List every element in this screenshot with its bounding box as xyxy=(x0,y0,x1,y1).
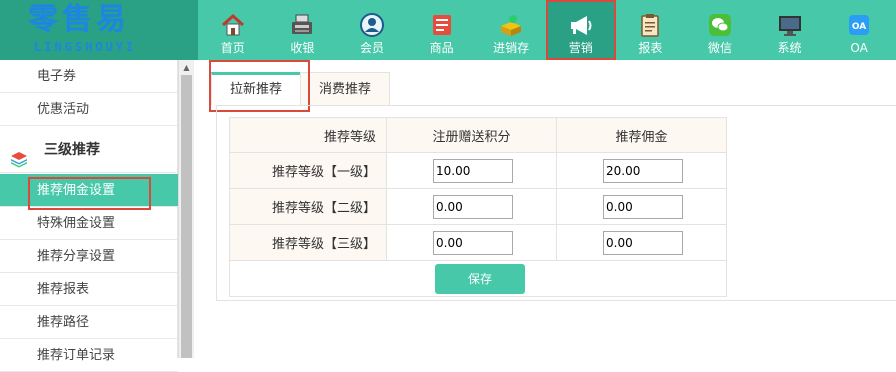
nav-system[interactable]: 系统 xyxy=(755,0,825,60)
table-row: 推荐等级【二级】 xyxy=(229,188,727,225)
commission-table: 推荐等级 注册赠送积分 推荐佣金 推荐等级【一级】 推荐等级【二级】 推荐等级【… xyxy=(229,117,727,297)
nav-label: 收银 xyxy=(290,41,315,55)
nav-label: OA xyxy=(850,41,868,55)
nav-wechat[interactable]: 微信 xyxy=(685,0,755,60)
nav-member[interactable]: 会员 xyxy=(337,0,407,60)
commission-input-level-3[interactable] xyxy=(603,230,683,255)
table-row: 推荐等级【三级】 xyxy=(229,224,727,261)
report-icon xyxy=(637,12,663,38)
member-icon xyxy=(359,12,385,38)
top-bar: 零售易 LINGSHOUYI 首页 收银 会员 商品 进销存 营销 报表 微信 … xyxy=(0,0,896,60)
goods-icon xyxy=(429,12,455,38)
sidebar-item-special-commission[interactable]: 特殊佣金设置 xyxy=(0,207,178,240)
sidebar: 电子券 优惠活动 三级推荐 推荐佣金设置 特殊佣金设置 推荐分享设置 推荐报表 … xyxy=(0,60,178,372)
nav-cashier[interactable]: 收银 xyxy=(268,0,338,60)
nav-label: 进销存 xyxy=(493,41,530,55)
nav-label: 系统 xyxy=(777,41,802,55)
table-footer-row: 保存 xyxy=(229,260,727,297)
logo-subtitle: LINGSHOUYI xyxy=(34,40,137,54)
level-label: 推荐等级【三级】 xyxy=(229,224,387,261)
column-header-commission: 推荐佣金 xyxy=(556,117,727,153)
inventory-icon xyxy=(498,12,524,38)
logo[interactable]: 零售易 LINGSHOUYI xyxy=(0,0,198,60)
main-nav: 首页 收银 会员 商品 进销存 营销 报表 微信 系统 OA OA xyxy=(198,0,894,60)
nav-goods[interactable]: 商品 xyxy=(407,0,477,60)
scrollbar-thumb[interactable] xyxy=(181,75,192,358)
nav-home[interactable]: 首页 xyxy=(198,0,268,60)
save-button[interactable]: 保存 xyxy=(435,263,525,294)
home-icon xyxy=(220,12,246,38)
table-row: 推荐等级【一级】 xyxy=(229,152,727,189)
column-header-level: 推荐等级 xyxy=(229,117,387,153)
nav-report[interactable]: 报表 xyxy=(616,0,686,60)
nav-label: 营销 xyxy=(568,41,593,55)
sidebar-scrollbar[interactable]: ▲ xyxy=(178,60,194,358)
table-header-row: 推荐等级 注册赠送积分 推荐佣金 xyxy=(229,117,727,153)
main-content: 拉新推荐 消费推荐 推荐等级 注册赠送积分 推荐佣金 推荐等级【一级】 推荐等级… xyxy=(195,60,896,358)
layers-icon xyxy=(10,141,28,168)
nav-label: 微信 xyxy=(707,41,732,55)
commission-input-level-1[interactable] xyxy=(603,158,683,183)
nav-label: 首页 xyxy=(220,41,245,55)
scroll-up-arrow-icon[interactable]: ▲ xyxy=(179,60,194,74)
sidebar-item-commission-settings[interactable]: 推荐佣金设置 xyxy=(0,174,178,207)
monitor-icon xyxy=(777,12,803,38)
sidebar-item-share-settings[interactable]: 推荐分享设置 xyxy=(0,240,178,273)
level-label: 推荐等级【二级】 xyxy=(229,188,387,225)
commission-panel: 推荐等级 注册赠送积分 推荐佣金 推荐等级【一级】 推荐等级【二级】 推荐等级【… xyxy=(216,105,896,301)
svg-text:OA: OA xyxy=(852,22,866,32)
nav-label: 会员 xyxy=(359,41,384,55)
cash-register-icon xyxy=(289,12,315,38)
sidebar-item-promotions[interactable]: 优惠活动 xyxy=(0,93,178,126)
tab-bar: 拉新推荐 消费推荐 xyxy=(211,72,391,105)
sidebar-group-three-level-referral[interactable]: 三级推荐 xyxy=(0,127,178,173)
oa-icon: OA xyxy=(846,12,872,38)
commission-input-level-2[interactable] xyxy=(603,194,683,219)
sidebar-group-label: 三级推荐 xyxy=(44,142,100,158)
points-input-level-3[interactable] xyxy=(433,230,513,255)
logo-title: 零售易 xyxy=(28,2,130,37)
nav-inventory[interactable]: 进销存 xyxy=(476,0,546,60)
nav-label: 报表 xyxy=(638,41,663,55)
tab-new-user-referral[interactable]: 拉新推荐 xyxy=(211,72,302,105)
sidebar-item-referral-orders[interactable]: 推荐订单记录 xyxy=(0,339,178,372)
nav-oa[interactable]: OA OA xyxy=(824,0,894,60)
points-input-level-2[interactable] xyxy=(433,194,513,219)
wechat-icon xyxy=(707,12,733,38)
sidebar-item-referral-report[interactable]: 推荐报表 xyxy=(0,273,178,306)
sidebar-item-e-coupon[interactable]: 电子券 xyxy=(0,60,178,93)
nav-label: 商品 xyxy=(429,41,454,55)
column-header-points: 注册赠送积分 xyxy=(386,117,557,153)
nav-marketing[interactable]: 营销 xyxy=(545,0,616,60)
megaphone-icon xyxy=(568,12,594,38)
sidebar-item-referral-path[interactable]: 推荐路径 xyxy=(0,306,178,339)
points-input-level-1[interactable] xyxy=(433,158,513,183)
level-label: 推荐等级【一级】 xyxy=(229,152,387,189)
tab-consumption-referral[interactable]: 消费推荐 xyxy=(300,72,391,105)
